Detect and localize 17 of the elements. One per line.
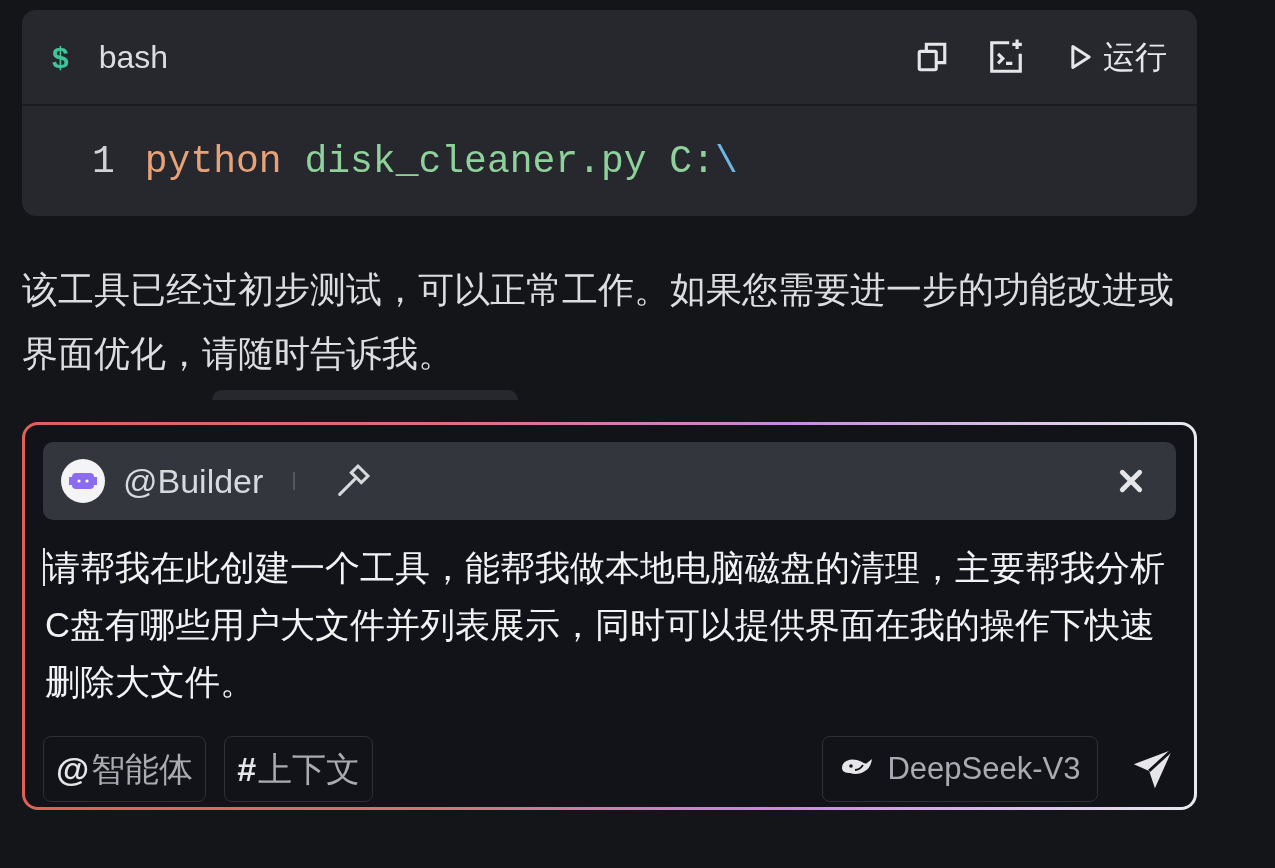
language-label: bash	[98, 38, 169, 77]
message-text: 该工具已经过初步测试，可以正常工作。如果您需要进一步的功能改进或界面优化，请随时告诉我。	[22, 269, 1175, 376]
close-icon[interactable]	[1118, 468, 1144, 494]
model-selector[interactable]: DeepSeek-V3	[822, 736, 1098, 802]
line-number: 1	[92, 138, 115, 185]
play-icon	[1069, 43, 1093, 71]
insert-terminal-icon[interactable]	[987, 38, 1025, 76]
text-cursor	[43, 548, 45, 586]
message-input[interactable]: 请帮我在此创建一个工具，能帮我做本地电脑磁盘的清理，主要帮我分析C盘有哪些用户大文件并列表展示，同时可以提供界面在我的操作下快速删除大文件。	[45, 540, 1173, 711]
chip-button[interactable]: @智能体	[43, 736, 207, 802]
chip-button[interactable]: #上下文	[224, 736, 374, 802]
agent-name: @Builder	[123, 460, 264, 502]
copy-icon[interactable]	[915, 40, 949, 74]
code-line: python disk_cleaner.py C:\	[144, 138, 738, 185]
robot-avatar-icon	[61, 459, 105, 503]
run-button[interactable]: 运行	[1069, 33, 1167, 81]
prompt-symbol: $	[52, 39, 69, 76]
